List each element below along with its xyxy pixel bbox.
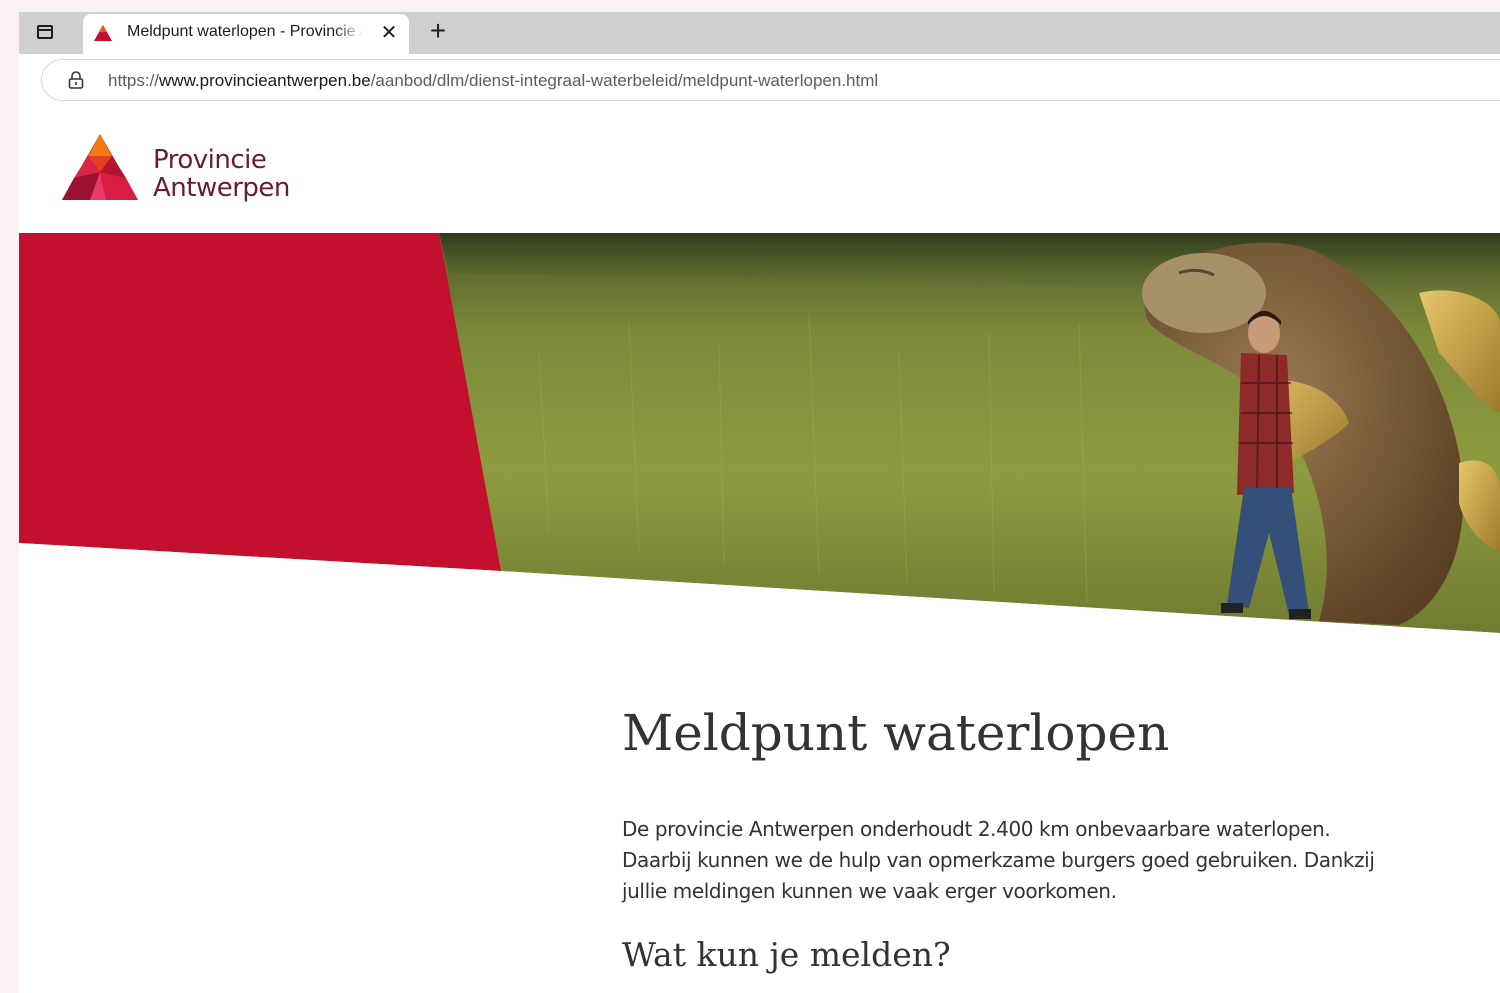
logo-text: Provincie Antwerpen [153,146,290,202]
section-heading: Wat kun je melden? [622,935,951,974]
url-scheme: https:// [108,71,160,90]
url-text[interactable]: https://www.provincieantwerpen.be/aanbod… [108,71,878,91]
sidebar-toggle-icon[interactable] [31,20,59,44]
address-bar[interactable]: https://www.provincieantwerpen.be/aanbod… [41,59,1500,101]
logo-line-2: Antwerpen [153,173,290,203]
hero-banner [19,233,1500,643]
intro-paragraph: De provincie Antwerpen onderhoudt 2.400 … [622,817,1375,903]
close-tab-icon[interactable]: ✕ [378,22,400,44]
url-host: www.provincieantwerpen.be [159,71,371,90]
page-title: Meldpunt waterlopen [622,704,1170,762]
provincie-antwerpen-favicon-icon [94,25,112,41]
logo-line-1: Provincie [153,145,267,175]
url-path: /aanbod/dlm/dienst-integraal-waterbeleid… [370,71,879,90]
browser-window: Meldpunt waterlopen - Provincie Antwerpe… [19,12,1500,993]
provincie-antwerpen-logo-icon [62,134,138,200]
active-tab[interactable]: Meldpunt waterlopen - Provincie Antwerpe… [83,14,409,54]
web-page: Provincie Antwerpen Meldpunt waterlopen … [19,108,1500,993]
browser-toolbar: https://www.provincieantwerpen.be/aanbod… [19,54,1500,108]
new-tab-button[interactable]: + [424,17,452,46]
site-logo[interactable]: Provincie Antwerpen [62,134,322,206]
lock-icon[interactable] [68,71,84,89]
tab-strip: Meldpunt waterlopen - Provincie Antwerpe… [19,12,1500,54]
tab-title: Meldpunt waterlopen - Provincie Antwerpe… [127,23,363,40]
